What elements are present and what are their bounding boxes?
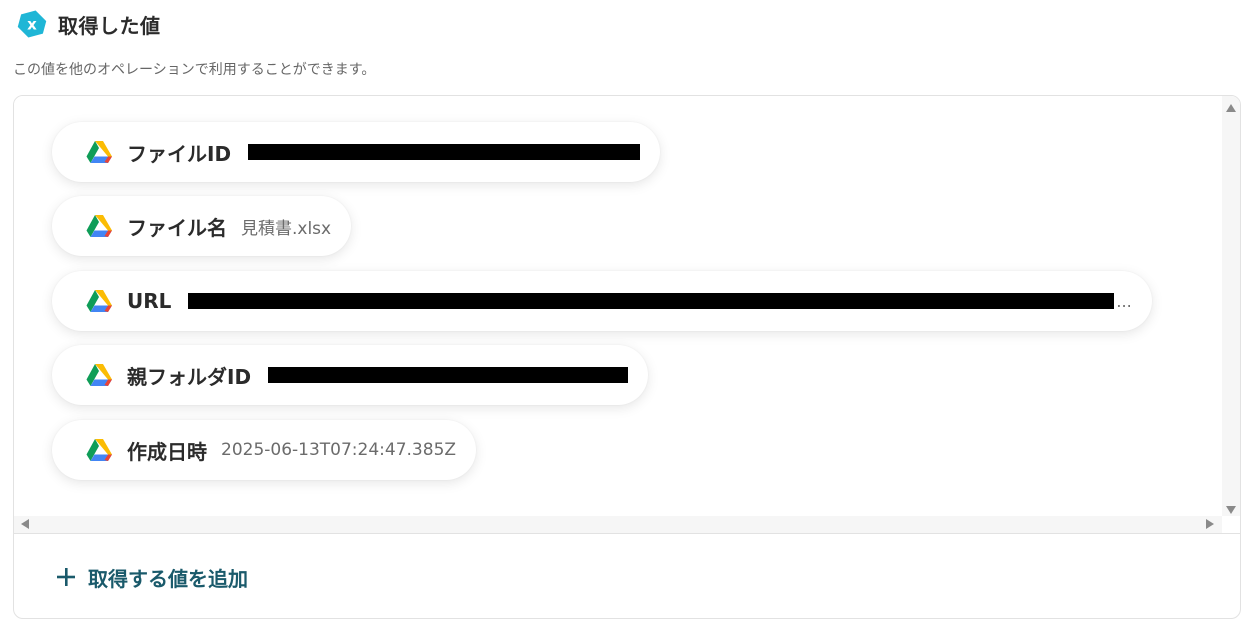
value-item-label: URL bbox=[127, 289, 172, 313]
value-item-label: ファイル名 bbox=[127, 215, 227, 240]
value-item-label: 作成日時 bbox=[127, 439, 207, 464]
scroll-down-arrow-icon[interactable] bbox=[1226, 506, 1236, 514]
value-item-value: 見積書.xlsx bbox=[241, 218, 332, 239]
vertical-scrollbar[interactable] bbox=[1222, 96, 1240, 516]
add-value-button[interactable]: 取得する値を追加 bbox=[56, 562, 248, 592]
value-item-parent-folder-id[interactable]: 親フォルダID bbox=[52, 345, 649, 405]
google-drive-icon bbox=[86, 289, 112, 312]
redacted-value bbox=[188, 293, 1115, 309]
google-drive-icon bbox=[86, 214, 112, 237]
add-value-label: 取得する値を追加 bbox=[88, 566, 248, 591]
values-scroll-area[interactable]: ファイルID ファイル名 見積書.xlsx URL ... 親フォルダID 作成… bbox=[14, 96, 1240, 533]
section-title: 取得した値 bbox=[58, 13, 161, 38]
value-item-value: 2025-06-13T07:24:47.385Z bbox=[221, 440, 457, 460]
values-panel: ファイルID ファイル名 見積書.xlsx URL ... 親フォルダID 作成… bbox=[13, 95, 1241, 619]
panel-divider bbox=[14, 533, 1240, 534]
redacted-value bbox=[268, 367, 629, 383]
horizontal-scrollbar[interactable] bbox=[14, 516, 1222, 533]
value-item-file-name[interactable]: ファイル名 見積書.xlsx bbox=[52, 196, 352, 256]
redacted-value bbox=[248, 144, 641, 160]
scroll-up-arrow-icon[interactable] bbox=[1226, 104, 1236, 112]
value-item-label: 親フォルダID bbox=[127, 364, 252, 389]
svg-text:x: x bbox=[27, 16, 37, 34]
value-item-file-id[interactable]: ファイルID bbox=[52, 122, 661, 182]
google-drive-icon bbox=[86, 140, 112, 163]
value-item-label: ファイルID bbox=[127, 141, 232, 166]
google-drive-icon bbox=[86, 438, 112, 461]
section-header: x 取得した値 bbox=[16, 8, 161, 40]
scroll-right-arrow-icon[interactable] bbox=[1206, 519, 1214, 529]
value-item-created-time[interactable]: 作成日時 2025-06-13T07:24:47.385Z bbox=[52, 420, 477, 480]
plus-icon bbox=[57, 568, 75, 586]
google-drive-icon bbox=[86, 363, 112, 386]
section-description: この値を他のオペレーションで利用することができます。 bbox=[13, 62, 376, 78]
truncation-ellipsis: ... bbox=[1116, 291, 1132, 311]
variable-x-icon: x bbox=[17, 10, 47, 38]
scroll-left-arrow-icon[interactable] bbox=[21, 519, 29, 529]
value-item-url[interactable]: URL ... bbox=[52, 271, 1152, 331]
